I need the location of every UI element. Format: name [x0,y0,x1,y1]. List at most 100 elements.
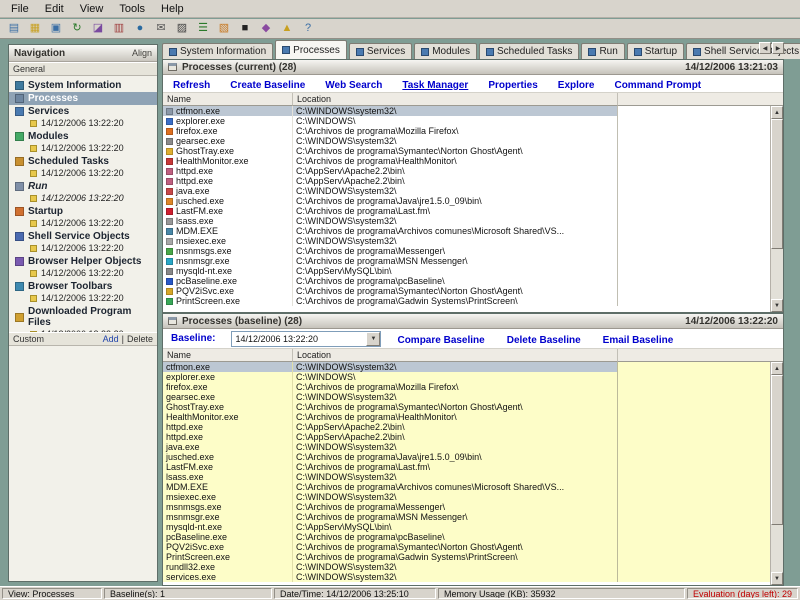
delete-custom-button[interactable]: Delete [127,334,153,344]
toolbar-icon[interactable]: ■ [236,21,254,37]
table-row[interactable]: mysqld-nt.exe C:\AppServ\MySQL\bin\ [163,266,770,276]
toolbar-icon[interactable]: ● [131,21,149,37]
table-row[interactable]: httpd.exe C:\AppServ\Apache2.2\bin\ [163,432,770,442]
toolbar-icon[interactable]: ✉ [152,21,170,37]
action-link[interactable]: Task Manager [402,80,468,91]
menu-item[interactable]: File [3,2,37,16]
table-row[interactable]: rundll32.exe C:\WINDOWS\system32\ [163,562,770,572]
table-row[interactable]: pcBaseline.exe C:\Archivos de programa\p… [163,276,770,286]
sidebar-item[interactable]: Shell Service Objects [9,230,157,243]
sidebar-item[interactable]: Services [9,105,157,118]
column-header-location[interactable]: Location [293,349,618,362]
scroll-down-icon[interactable]: ▼ [771,572,783,585]
tab[interactable]: Modules [414,43,477,59]
table-row[interactable]: gearsec.exe C:\WINDOWS\system32\ [163,136,770,146]
table-row[interactable]: firefox.exe C:\Archivos de programa\Mozi… [163,126,770,136]
table-row[interactable]: MDM.EXE C:\Archivos de programa\Archivos… [163,482,770,492]
action-link[interactable]: Properties [488,80,537,91]
table-row[interactable]: java.exe C:\WINDOWS\system32\ [163,442,770,452]
sidebar-item[interactable]: Startup [9,205,157,218]
menu-item[interactable]: View [72,2,112,16]
general-group-header[interactable]: General [9,62,157,76]
table-row[interactable]: mysqld-nt.exe C:\AppServ\MySQL\bin\ [163,522,770,532]
table-row[interactable]: ctfmon.exe C:\WINDOWS\system32\ [163,106,770,116]
menu-item[interactable]: Edit [37,2,72,16]
action-link[interactable]: Explore [558,80,595,91]
sidebar-item[interactable]: Run [9,180,157,193]
action-link[interactable]: Refresh [173,80,210,91]
table-row[interactable]: firefox.exe C:\Archivos de programa\Mozi… [163,382,770,392]
table-row[interactable]: HealthMonitor.exe C:\Archivos de program… [163,412,770,422]
scrollbar-thumb[interactable] [771,119,783,249]
scroll-up-icon[interactable]: ▲ [771,106,783,119]
scroll-down-icon[interactable]: ▼ [771,299,783,312]
toolbar-icon[interactable]: ↻ [68,21,86,37]
action-link[interactable]: Email Baseline [603,335,674,346]
table-row[interactable]: httpd.exe C:\AppServ\Apache2.2\bin\ [163,422,770,432]
sidebar-item[interactable]: Processes [9,92,157,105]
tab[interactable]: Startup [627,43,684,59]
table-row[interactable]: LastFM.exe C:\Archivos de programa\Last.… [163,462,770,472]
tab-scroll-left-icon[interactable]: ◀ [759,42,771,54]
table-row[interactable]: msnmsgr.exe C:\Archivos de programa\MSN … [163,256,770,266]
table-row[interactable]: httpd.exe C:\AppServ\Apache2.2\bin\ [163,166,770,176]
table-row[interactable]: msnmsgs.exe C:\Archivos de programa\Mess… [163,246,770,256]
tab[interactable]: Processes [275,40,347,59]
table-row[interactable]: GhostTray.exe C:\Archivos de programa\Sy… [163,402,770,412]
table-row[interactable]: msiexec.exe C:\WINDOWS\system32\ [163,236,770,246]
action-link[interactable]: Delete Baseline [507,335,581,346]
action-link[interactable]: Compare Baseline [397,335,484,346]
table-row[interactable]: lsass.exe C:\WINDOWS\system32\ [163,216,770,226]
sidebar-item[interactable]: Browser Helper Objects [9,255,157,268]
sidebar-item[interactable]: Downloaded Program Files [9,305,157,329]
column-header-name[interactable]: Name [163,349,293,362]
toolbar-icon[interactable]: ▲ [278,21,296,37]
tab[interactable]: Services [349,43,412,59]
toolbar-icon[interactable]: ◪ [89,21,107,37]
menu-item[interactable]: Tools [111,2,153,16]
toolbar-icon[interactable]: ? [299,21,317,37]
table-row[interactable]: PrintScreen.exe C:\Archivos de programa\… [163,552,770,562]
table-row[interactable]: gearsec.exe C:\WINDOWS\system32\ [163,392,770,402]
table-row[interactable]: PQV2iSvc.exe C:\Archivos de programa\Sym… [163,286,770,296]
table-row[interactable]: PQV2iSvc.exe C:\Archivos de programa\Sym… [163,542,770,552]
baseline-select[interactable]: 14/12/2006 13:22:20 ▼ [231,331,381,347]
table-row[interactable]: HealthMonitor.exe C:\Archivos de program… [163,156,770,166]
tab[interactable]: System Information [162,43,273,59]
table-row[interactable]: lsass.exe C:\WINDOWS\system32\ [163,472,770,482]
toolbar-icon[interactable]: ▣ [47,21,65,37]
table-row[interactable]: LastFM.exe C:\Archivos de programa\Last.… [163,206,770,216]
tab-scroll-right-icon[interactable]: ▶ [772,42,784,54]
table-row[interactable]: PrintScreen.exe C:\Archivos de programa\… [163,296,770,306]
table-row[interactable]: GhostTray.exe C:\Archivos de programa\Sy… [163,146,770,156]
table-row[interactable]: services.exe C:\WINDOWS\system32\ [163,572,770,582]
sidebar-item[interactable]: Browser Toolbars [9,280,157,293]
tab[interactable]: Scheduled Tasks [479,43,579,59]
scrollbar-thumb[interactable] [771,375,783,525]
sidebar-item[interactable]: Scheduled Tasks [9,155,157,168]
table-row[interactable]: pcBaseline.exe C:\Archivos de programa\p… [163,532,770,542]
scroll-up-icon[interactable]: ▲ [771,362,783,375]
table-row[interactable]: java.exe C:\WINDOWS\system32\ [163,186,770,196]
sidebar-item[interactable]: Modules [9,130,157,143]
toolbar-icon[interactable]: ▤ [5,21,23,37]
table-row[interactable]: ctfmon.exe C:\WINDOWS\system32\ [163,362,770,372]
table-row[interactable]: msiexec.exe C:\WINDOWS\system32\ [163,492,770,502]
table-row[interactable]: msnmsgr.exe C:\Archivos de programa\MSN … [163,512,770,522]
current-scrollbar[interactable]: ▲ ▼ [770,106,783,312]
chevron-down-icon[interactable]: ▼ [366,332,380,346]
table-row[interactable]: jusched.exe C:\Archivos de programa\Java… [163,196,770,206]
sidebar-item[interactable]: System Information [9,79,157,92]
table-row[interactable]: explorer.exe C:\WINDOWS\ [163,372,770,382]
column-header-name[interactable]: Name [163,93,293,106]
tab[interactable]: Run [581,43,624,59]
action-link[interactable]: Command Prompt [614,80,701,91]
toolbar-icon[interactable]: ▦ [26,21,44,37]
table-row[interactable]: MDM.EXE C:\Archivos de programa\Archivos… [163,226,770,236]
add-custom-button[interactable]: Add [103,334,119,344]
custom-group-header[interactable]: Custom Add | Delete [9,332,157,346]
column-header-location[interactable]: Location [293,93,618,106]
action-link[interactable]: Create Baseline [230,80,305,91]
toolbar-icon[interactable]: ☰ [194,21,212,37]
table-row[interactable]: msnmsgs.exe C:\Archivos de programa\Mess… [163,502,770,512]
